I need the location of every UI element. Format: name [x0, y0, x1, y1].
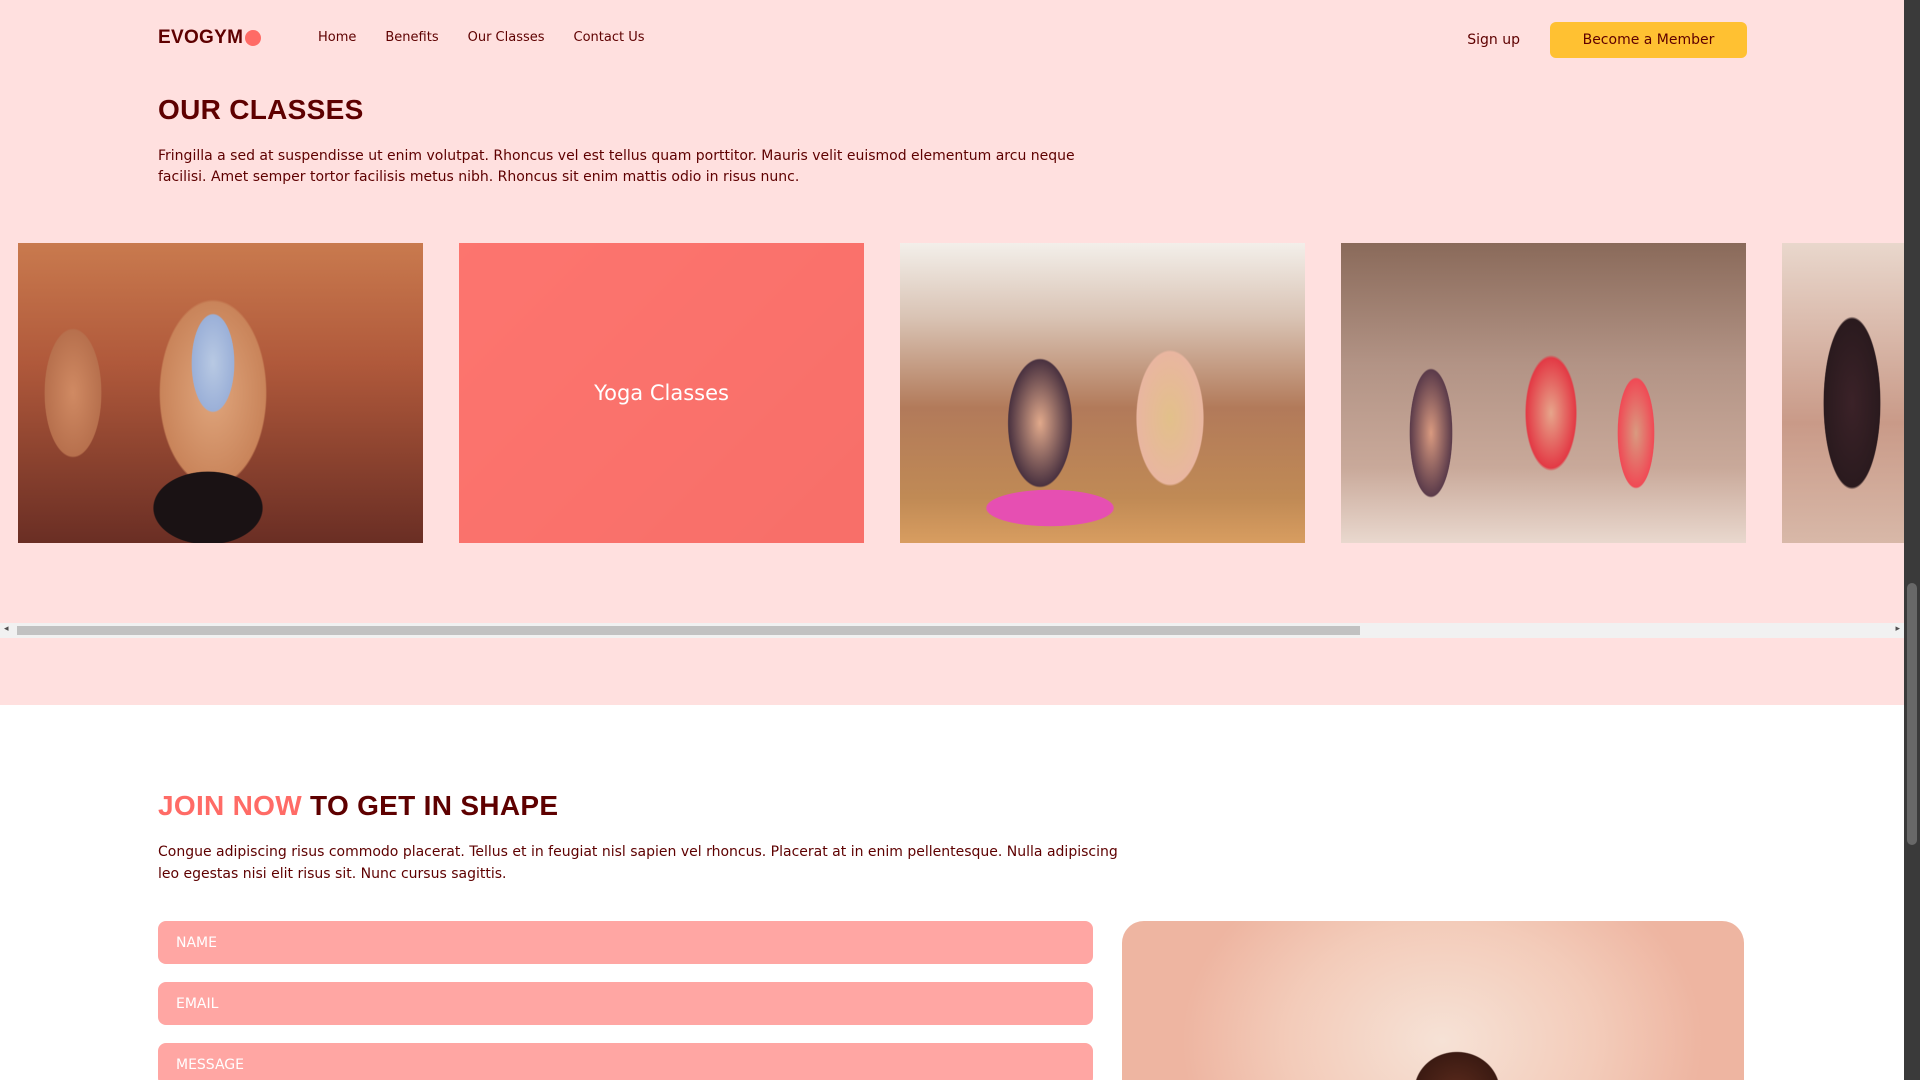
- join-title-rest: TO GET IN SHAPE: [301, 790, 559, 821]
- scroll-left-icon[interactable]: ◂: [4, 624, 9, 634]
- nav-actions: Sign up Become a Member: [1467, 22, 1747, 58]
- class-card-adventure[interactable]: [1341, 243, 1746, 543]
- contact-image: [1122, 921, 1744, 1080]
- sign-up-link[interactable]: Sign up: [1467, 32, 1520, 48]
- navbar: EVOGYM Home Benefits Our Classes Contact…: [0, 0, 1904, 78]
- nav-link-benefits[interactable]: Benefits: [385, 30, 438, 45]
- email-field[interactable]: EMAIL: [158, 982, 1093, 1025]
- logo-text: EVOGYM: [158, 27, 244, 48]
- carousel-horizontal-scrollbar[interactable]: ◂ ▸: [0, 623, 1904, 638]
- class-card-overlay: Yoga Classes: [459, 243, 864, 543]
- logo-dot-icon: [245, 30, 262, 46]
- name-placeholder: NAME: [176, 934, 217, 951]
- become-member-button[interactable]: Become a Member: [1550, 22, 1747, 58]
- nav-link-home[interactable]: Home: [318, 30, 356, 45]
- nav-links: Home Benefits Our Classes Contact Us: [318, 30, 674, 45]
- class-image: [1782, 243, 1904, 543]
- class-image: [1341, 243, 1746, 543]
- join-title-accent: JOIN NOW: [158, 790, 302, 821]
- nav-link-our-classes[interactable]: Our Classes: [468, 30, 545, 45]
- scroll-right-icon[interactable]: ▸: [1895, 624, 1900, 634]
- classes-carousel: Yoga Classes: [0, 243, 1904, 543]
- class-card-fitness[interactable]: [1782, 243, 1904, 543]
- join-title: JOIN NOW TO GET IN SHAPE: [158, 790, 558, 822]
- our-classes-section: OUR CLASSES Fringilla a sed at suspendis…: [0, 78, 1904, 705]
- section-title: OUR CLASSES: [158, 94, 364, 125]
- page-scrollbar-thumb[interactable]: [1907, 583, 1917, 845]
- contact-section: JOIN NOW TO GET IN SHAPE Congue adipisci…: [0, 705, 1904, 1080]
- class-card-ab-core[interactable]: [900, 243, 1305, 543]
- logo[interactable]: EVOGYM: [158, 27, 262, 49]
- name-field[interactable]: NAME: [158, 921, 1093, 964]
- scrollbar-thumb[interactable]: [17, 626, 1360, 635]
- join-description: Congue adipiscing risus commodo placerat…: [158, 844, 1118, 882]
- nav-link-contact-us[interactable]: Contact Us: [574, 30, 645, 45]
- message-placeholder: MESSAGE: [176, 1056, 244, 1073]
- class-card-title: Yoga Classes: [594, 381, 729, 405]
- section-description: Fringilla a sed at suspendisse ut enim v…: [158, 148, 1075, 185]
- class-image: [18, 243, 423, 543]
- page-vertical-scrollbar[interactable]: [1904, 0, 1920, 1080]
- email-placeholder: EMAIL: [176, 995, 219, 1012]
- class-card-weight-training[interactable]: [18, 243, 423, 543]
- class-card-yoga[interactable]: Yoga Classes: [459, 243, 864, 543]
- class-image: [900, 243, 1305, 543]
- message-field[interactable]: MESSAGE: [158, 1043, 1093, 1080]
